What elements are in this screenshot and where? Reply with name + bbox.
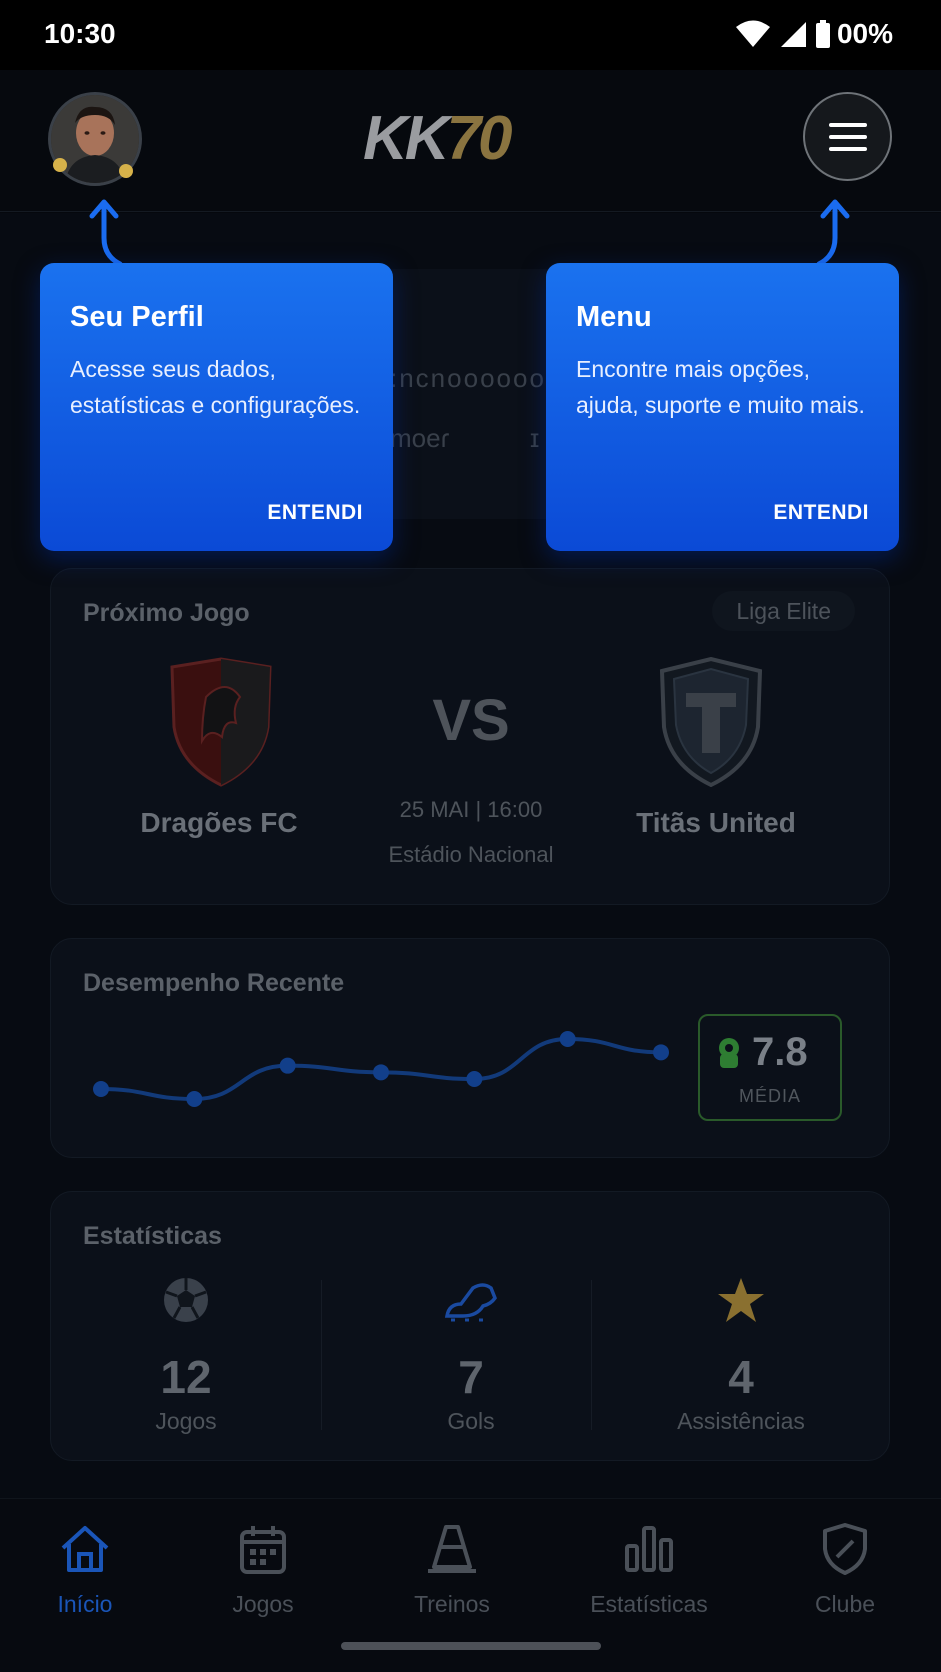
soccer-ball-icon xyxy=(51,1272,321,1328)
performance-card[interactable]: Desempenho Recente 7.8 MÉDIA xyxy=(50,938,890,1158)
performance-point xyxy=(279,1057,296,1074)
menu-tooltip-ok-button[interactable]: ENTENDI xyxy=(773,501,869,525)
performance-point xyxy=(559,1031,576,1047)
stat-goals: 7 Gols xyxy=(336,1272,606,1435)
bar-chart-icon xyxy=(569,1519,729,1579)
rating-label: MÉDIA xyxy=(738,1086,801,1106)
star-icon xyxy=(606,1272,876,1328)
profile-tooltip-body: Acesse seus dados, estatísticas e config… xyxy=(70,356,361,418)
calendar-icon xyxy=(183,1519,343,1579)
next-game-card[interactable]: Próximo Jogo Liga Elite Dragões FC VS 25… xyxy=(50,568,890,905)
nav-item-inicio[interactable]: Início xyxy=(5,1519,165,1618)
signal-icon xyxy=(779,20,807,48)
performance-point xyxy=(93,1081,109,1097)
profile-tip-arrow xyxy=(89,199,123,266)
cone-icon xyxy=(372,1519,532,1579)
match-venue: Estádio Nacional xyxy=(388,842,554,867)
home-icon xyxy=(5,1519,165,1579)
nav-item-estatisticas[interactable]: Estatísticas xyxy=(569,1519,729,1618)
profile-tooltip: Seu Perfil Acesse seus dados, estatístic… xyxy=(40,263,393,551)
rating-badge: 7.8 MÉDIA xyxy=(698,1014,842,1121)
stat-divider xyxy=(321,1280,322,1430)
shield-icon xyxy=(765,1519,925,1579)
stat-games: 12 Jogos xyxy=(51,1272,321,1435)
rating-value: 7.8 xyxy=(752,1030,808,1074)
jersey-icon xyxy=(719,1038,739,1068)
nav-item-treinos[interactable]: Treinos xyxy=(372,1519,532,1618)
app-header: KK70 xyxy=(0,70,941,236)
stat-divider xyxy=(591,1280,592,1430)
wifi-icon xyxy=(735,20,771,48)
battery-percent: 00% xyxy=(836,18,893,49)
avatar-ring-dot xyxy=(119,164,133,178)
profile-tooltip-ok-button[interactable]: ENTENDI xyxy=(267,501,363,525)
avatar-ring-dot xyxy=(53,158,67,172)
menu-tip-arrow xyxy=(816,199,850,266)
bottom-nav: Início Jogos Treinos Estatísticas Clube xyxy=(0,1498,941,1672)
performance-point xyxy=(466,1071,483,1087)
hero-text: ɪ xyxy=(530,423,540,453)
nav-item-jogos[interactable]: Jogos xyxy=(183,1519,343,1618)
hero-text: moeɾ xyxy=(390,423,450,453)
stat-assists: 4 Assistências xyxy=(606,1272,876,1435)
performance-point xyxy=(373,1064,389,1081)
stats-card[interactable]: Estatísticas 12 Jogos 7 Gols 4 Assistênc… xyxy=(50,1191,890,1461)
hamburger-icon xyxy=(828,122,867,151)
home-indicator[interactable] xyxy=(341,1642,601,1650)
menu-tooltip-title: Menu xyxy=(576,301,652,333)
status-time: 10:30 xyxy=(44,18,116,49)
titas-crest-icon xyxy=(659,657,763,787)
status-bar: 10:30 00% xyxy=(0,0,941,70)
app-logo: KK70 xyxy=(363,104,513,173)
menu-tooltip: Menu Encontre mais opções, ajuda, suport… xyxy=(546,263,899,551)
hero-text: :ncnoooooo xyxy=(390,363,546,393)
performance-point xyxy=(186,1091,203,1107)
nav-item-clube[interactable]: Clube xyxy=(765,1519,925,1618)
status-icons: 00% xyxy=(735,16,893,52)
stats-title: Estatísticas xyxy=(83,1222,222,1250)
menu-button[interactable] xyxy=(803,92,892,181)
battery-icon xyxy=(815,20,831,48)
menu-tooltip-body: Encontre mais opções, ajuda, suporte e m… xyxy=(576,356,865,418)
league-badge: Liga Elite xyxy=(712,591,855,631)
performance-point xyxy=(653,1044,669,1061)
profile-tooltip-title: Seu Perfil xyxy=(70,301,204,333)
cleat-icon xyxy=(336,1272,606,1328)
performance-chart xyxy=(93,1031,669,1107)
performance-title: Desempenho Recente xyxy=(83,969,345,997)
away-team-name: Titãs United xyxy=(636,807,796,838)
next-game-title: Próximo Jogo xyxy=(83,599,250,627)
